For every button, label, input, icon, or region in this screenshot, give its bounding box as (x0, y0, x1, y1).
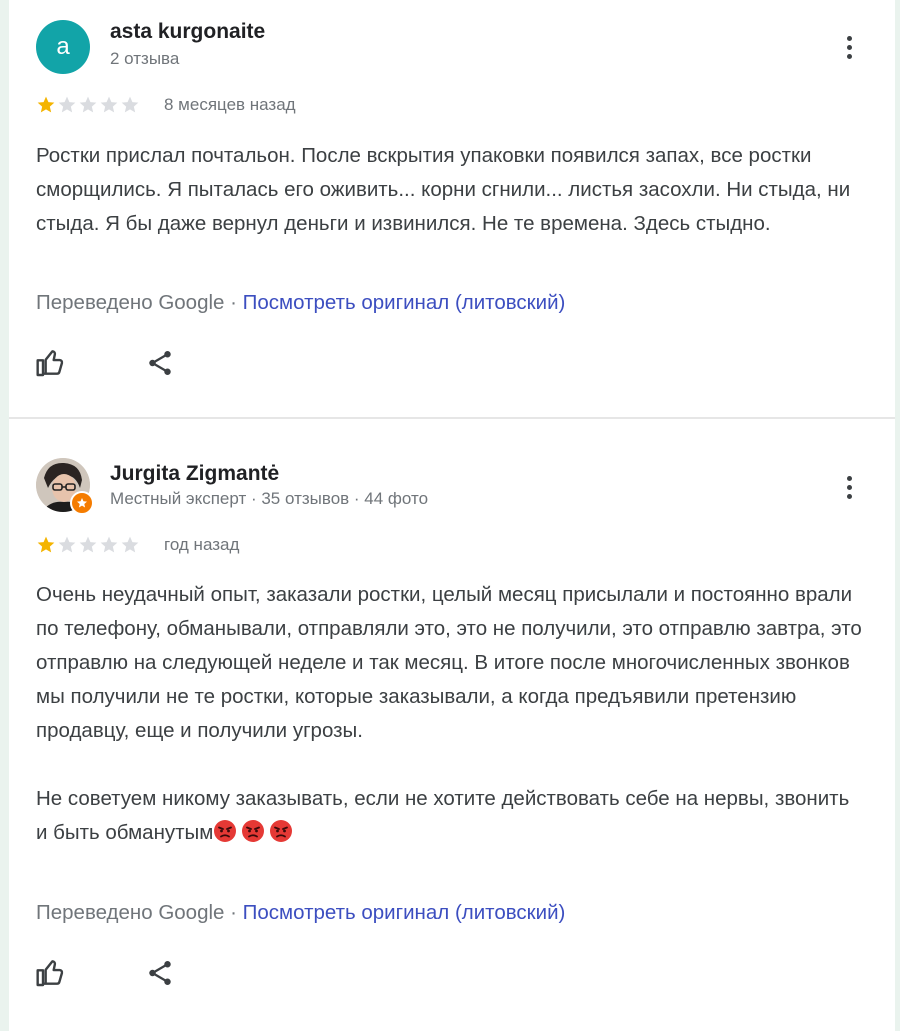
author-name[interactable]: asta kurgonaite (110, 20, 265, 44)
star-empty-icon (100, 536, 118, 553)
review-time: год назад (164, 535, 240, 554)
local-guide-badge-icon (70, 491, 94, 515)
author-meta[interactable]: Местный эксперт · 35 отзывов · 44 фото (110, 489, 428, 509)
translated-by-label: Переведено Google · (36, 291, 237, 314)
review-paragraph: Очень неудачный опыт, заказали ростки, ц… (36, 583, 862, 742)
star-filled-icon (37, 96, 55, 113)
avatar[interactable] (36, 458, 94, 515)
review-paragraph: Не советуем никому заказывать, если не х… (36, 782, 866, 850)
review-paragraph: Ростки прислал почтальон. После вскрытия… (36, 144, 851, 235)
view-original-link[interactable]: Посмотреть оригинал (литовский) (243, 291, 566, 314)
reviews-panel: a asta kurgonaite 2 отзыва 8 месяцев наз… (9, 0, 895, 1031)
emoji-group (213, 820, 293, 844)
angry-face-icon (242, 820, 265, 842)
author-meta[interactable]: 2 отзыва (110, 49, 179, 69)
thumb-up-icon[interactable] (33, 955, 69, 991)
star-filled-icon (37, 536, 55, 553)
share-icon[interactable] (142, 345, 178, 381)
angry-face-icon (270, 820, 293, 842)
angry-face-icon (214, 820, 237, 842)
share-icon[interactable] (142, 955, 178, 991)
star-empty-icon (79, 96, 97, 113)
translation-line: Переведено Google · Посмотреть оригинал … (36, 901, 565, 925)
author-name[interactable]: Jurgita Zigmantė (110, 462, 279, 486)
review-card: Jurgita Zigmantė Местный эксперт · 35 от… (9, 419, 895, 1031)
star-empty-icon (58, 96, 76, 113)
review-time: 8 месяцев назад (164, 95, 296, 114)
translated-by-label: Переведено Google · (36, 901, 237, 924)
star-empty-icon (121, 536, 139, 553)
more-options-icon[interactable] (837, 469, 861, 505)
translation-line: Переведено Google · Посмотреть оригинал … (36, 291, 565, 315)
review-paragraph-text: Не советуем никому заказывать, если не х… (36, 787, 850, 844)
star-empty-icon (58, 536, 76, 553)
star-empty-icon (79, 536, 97, 553)
avatar-letter: a (56, 33, 70, 60)
review-card: a asta kurgonaite 2 отзыва 8 месяцев наз… (9, 0, 895, 417)
thumb-up-icon[interactable] (33, 345, 69, 381)
star-empty-icon (121, 96, 139, 113)
review-text: Ростки прислал почтальон. После вскрытия… (36, 139, 866, 241)
view-original-link[interactable]: Посмотреть оригинал (литовский) (243, 901, 566, 924)
star-rating (36, 534, 140, 556)
review-text: Очень неудачный опыт, заказали ростки, ц… (36, 578, 866, 850)
star-rating (36, 94, 140, 116)
star-empty-icon (100, 96, 118, 113)
more-options-icon[interactable] (837, 29, 861, 65)
avatar[interactable]: a (36, 20, 90, 74)
